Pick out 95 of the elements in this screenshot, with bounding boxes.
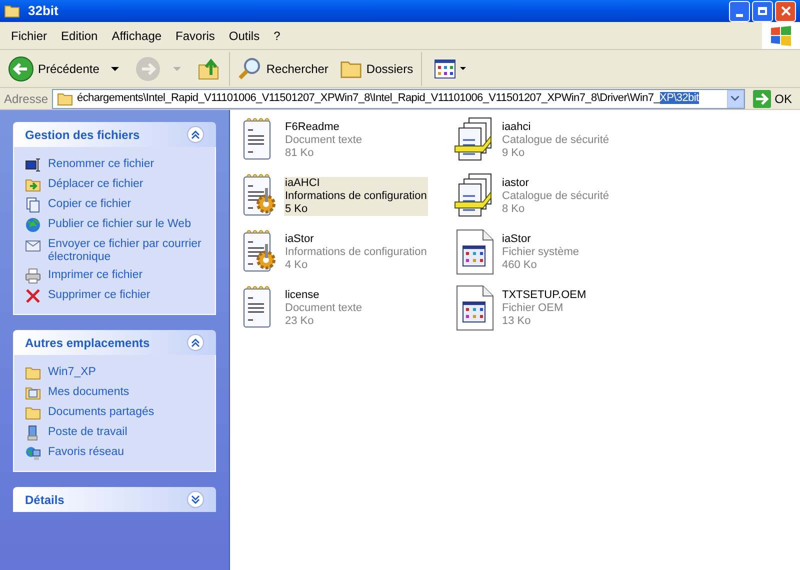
dropdown-caret-icon — [731, 96, 740, 101]
copy-icon — [25, 197, 41, 213]
task-link[interactable]: Envoyer ce fichier par courrier électronique — [48, 237, 204, 264]
file-type: Document texte — [285, 302, 362, 315]
file-name: iaahci — [502, 121, 532, 134]
task-link[interactable]: Imprimer ce fichier — [48, 268, 143, 282]
file-size: 8 Ko — [502, 203, 526, 216]
menu-item[interactable]: ? — [266, 26, 288, 44]
task-link[interactable]: Renommer ce fichier — [48, 157, 154, 171]
task-link[interactable]: Poste de travail — [48, 425, 128, 439]
task-link[interactable]: Favoris réseau — [48, 445, 124, 459]
panel-header[interactable]: Autres emplacements — [13, 330, 216, 355]
file-name: iaStor — [285, 233, 315, 246]
panel-header[interactable]: Gestion des fichiers — [13, 122, 216, 147]
file-size: 81 Ko — [285, 147, 315, 160]
file-name: iastor — [502, 177, 530, 190]
printer-icon — [25, 268, 41, 284]
file-name: iaStor — [502, 233, 532, 246]
file-item[interactable]: F6Readme Document texte 81 Ko — [236, 116, 453, 172]
task-link[interactable]: Win7_XP — [48, 365, 96, 379]
file-item[interactable]: iaAHCI Informations de configuration 5 Ko — [236, 172, 453, 228]
panel-header[interactable]: Détails — [13, 487, 216, 512]
collapse-toggle[interactable] — [187, 334, 204, 351]
file-item[interactable]: iaahci Catalogue de sécurité 9 Ko — [453, 116, 670, 172]
task-link[interactable]: Publier ce fichier sur le Web — [48, 217, 191, 231]
file-item[interactable]: iaStor Fichier système 460 Ko — [453, 228, 670, 284]
file-type: Catalogue de sécurité — [502, 190, 610, 203]
file-item[interactable]: iaStor Informations de configuration 4 Ko — [236, 228, 453, 284]
file-type: Document texte — [285, 134, 362, 147]
file-size: 9 Ko — [502, 147, 526, 160]
file-name: TXTSETUP.OEM — [502, 289, 586, 302]
collapse-toggle[interactable] — [187, 126, 204, 143]
file-item[interactable]: license Document texte 23 Ko — [236, 284, 453, 340]
search-icon — [238, 56, 262, 80]
rename-icon — [25, 157, 41, 173]
folders-button[interactable]: Dossiers — [336, 52, 422, 86]
dropdown-button[interactable] — [726, 90, 744, 108]
search-button[interactable]: Rechercher — [234, 52, 332, 86]
menu-item[interactable]: Fichier — [4, 26, 54, 44]
globe-icon — [25, 217, 41, 233]
folder-icon — [25, 365, 41, 381]
documents-folder-icon — [25, 385, 41, 401]
menu-item[interactable]: Affichage — [104, 26, 169, 44]
collapse-toggle[interactable] — [187, 491, 204, 508]
file-name: iaAHCI — [285, 177, 321, 190]
network-icon — [25, 445, 41, 461]
file-type: Catalogue de sécurité — [502, 134, 610, 147]
views-icon — [434, 58, 456, 78]
go-button[interactable]: OK — [748, 90, 796, 108]
folder-icon — [4, 3, 20, 19]
file-size: 5 Ko — [285, 203, 309, 216]
menu-item[interactable]: Edition — [54, 26, 105, 44]
task-link[interactable]: Copier ce fichier — [48, 197, 132, 211]
file-type: Fichier OEM — [502, 302, 564, 315]
task-link[interactable]: Supprimer ce fichier — [48, 288, 150, 302]
chevron-up-icon — [191, 130, 200, 139]
file-type: Fichier système — [502, 246, 580, 259]
file-type: Informations de configuration — [285, 246, 427, 259]
go-arrow-icon — [752, 90, 771, 108]
minimize-button[interactable] — [729, 0, 750, 22]
folder-up-arrow-icon — [197, 56, 222, 80]
task-link[interactable]: Documents partagés — [48, 405, 154, 419]
file-size: 460 Ko — [502, 259, 538, 272]
file-item[interactable]: iastor Catalogue de sécurité 8 Ko — [453, 172, 670, 228]
chevron-down-icon — [191, 495, 200, 504]
panel-title: Autres emplacements — [25, 334, 150, 352]
menu-item[interactable]: Outils — [222, 26, 267, 44]
file-name: F6Readme — [285, 121, 340, 134]
file-item[interactable]: TXTSETUP.OEM Fichier OEM 13 Ko — [453, 284, 670, 340]
file-name: license — [285, 289, 320, 302]
file-type: Informations de configuration — [285, 190, 427, 203]
address-label: Adresse — [4, 90, 48, 108]
panel-title: Détails — [25, 492, 64, 508]
task-link[interactable]: Déplacer ce fichier — [48, 177, 144, 191]
folder-icon — [57, 90, 74, 106]
file-size: 13 Ko — [502, 315, 532, 328]
file-size: 23 Ko — [285, 315, 315, 328]
menu-item[interactable]: Favoris — [168, 26, 222, 44]
delete-icon — [25, 288, 41, 304]
chevron-up-icon — [191, 338, 200, 347]
window-title: 32bit — [28, 2, 58, 20]
close-button[interactable] — [775, 0, 796, 22]
dropdown-caret-icon — [460, 67, 466, 70]
folder-arrow-icon — [25, 177, 41, 193]
file-size: 4 Ko — [285, 259, 309, 272]
maximize-button[interactable] — [752, 0, 773, 22]
back-button[interactable]: Précédente — [4, 52, 124, 86]
panel-title: Gestion des fichiers — [25, 126, 140, 144]
dropdown-caret-icon — [111, 66, 120, 70]
task-link[interactable]: Mes documents — [48, 385, 130, 399]
dropdown-caret-icon — [173, 66, 182, 70]
close-icon — [780, 6, 790, 16]
folder-icon — [25, 405, 41, 421]
address-field[interactable]: échargements\Intel_Rapid_V11101006_V11501207_XPWin7_8\Intel_Rapid_V11101006_V11501207_XPWin7_8\Driver\Win7_XP\32bit — [52, 88, 745, 108]
windows-flag-icon — [770, 26, 792, 46]
